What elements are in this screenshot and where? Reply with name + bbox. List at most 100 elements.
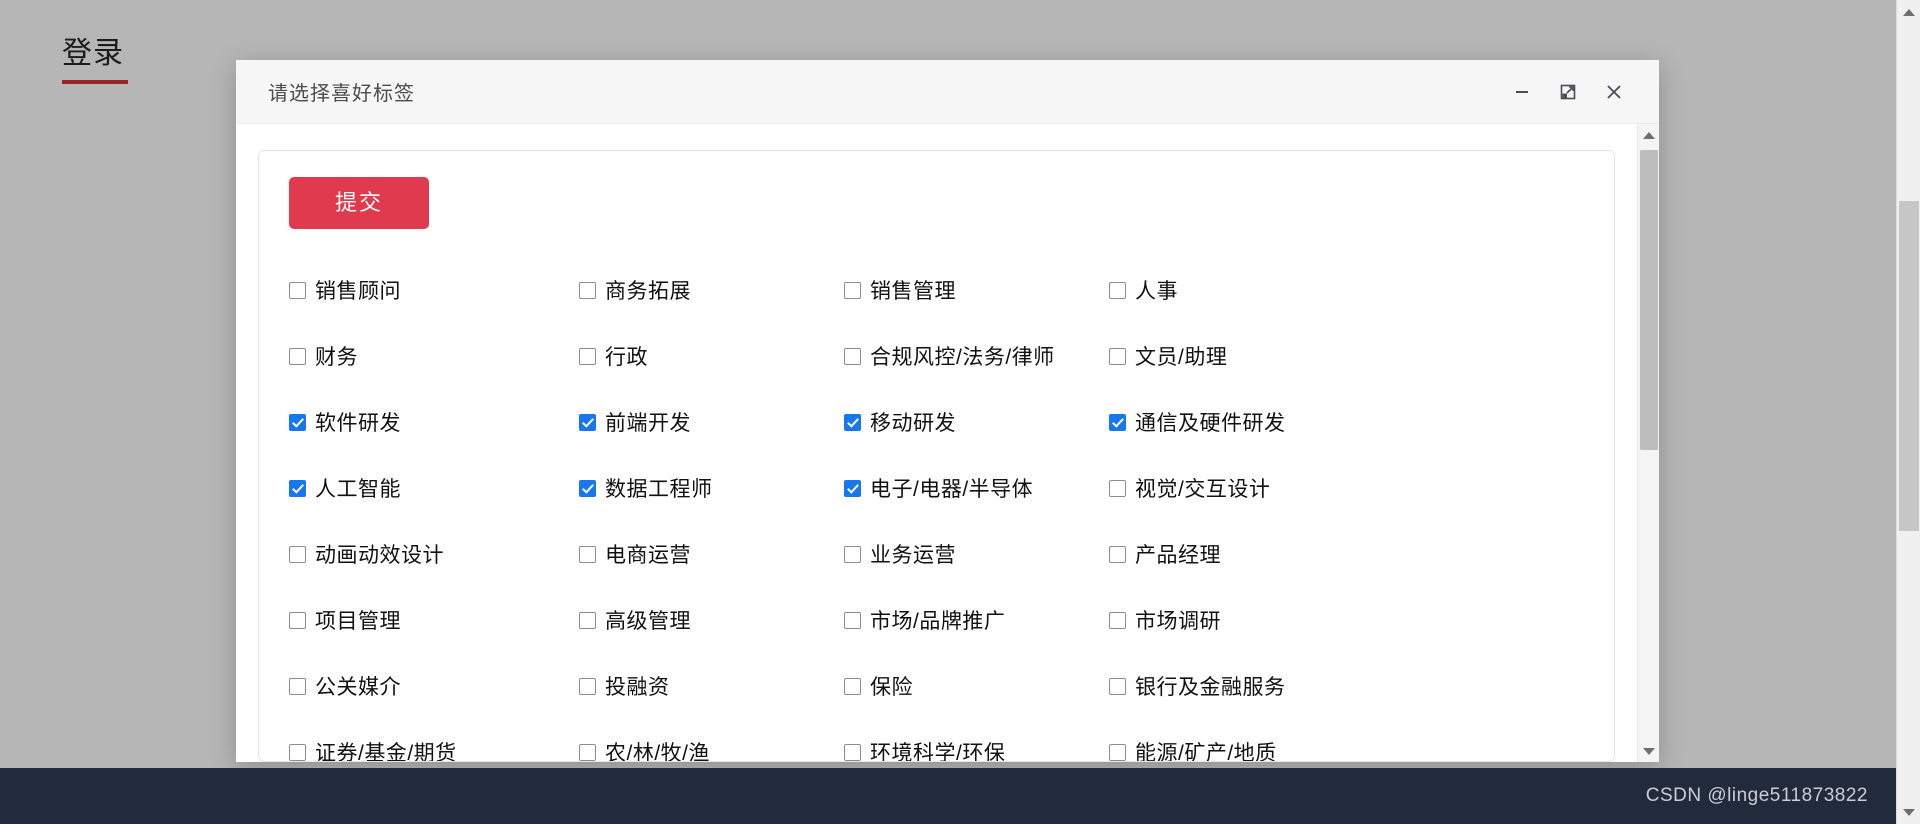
- login-tab-underline: [62, 80, 128, 84]
- tag-checkbox-item[interactable]: 市场调研: [1109, 587, 1584, 653]
- page-scroll-up-arrow-icon[interactable]: [1897, 0, 1920, 24]
- checkbox-unchecked-icon[interactable]: [1109, 743, 1126, 761]
- checkbox-unchecked-icon[interactable]: [1109, 347, 1126, 365]
- checkbox-unchecked-icon[interactable]: [1109, 611, 1126, 629]
- tag-checkbox-label: 合规风控/法务/律师: [870, 346, 1055, 369]
- tag-checkbox-label: 财务: [315, 346, 358, 369]
- checkbox-checked-icon[interactable]: [579, 479, 596, 497]
- tag-checkbox-item[interactable]: 视觉/交互设计: [1109, 455, 1584, 521]
- tag-checkbox-item[interactable]: 业务运营: [844, 521, 1109, 587]
- tag-checkbox-item[interactable]: 人工智能: [289, 455, 579, 521]
- tag-checkbox-label: 电子/电器/半导体: [870, 478, 1034, 501]
- tag-checkbox-item[interactable]: 财务: [289, 323, 579, 389]
- tag-checkbox-item[interactable]: 移动研发: [844, 389, 1109, 455]
- close-icon[interactable]: [1591, 69, 1637, 115]
- checkbox-unchecked-icon[interactable]: [289, 611, 306, 629]
- checkbox-unchecked-icon[interactable]: [1109, 479, 1126, 497]
- checkbox-unchecked-icon[interactable]: [844, 611, 861, 629]
- checkbox-unchecked-icon[interactable]: [289, 743, 306, 761]
- checkbox-checked-icon[interactable]: [844, 479, 861, 497]
- tag-checkbox-label: 前端开发: [605, 412, 691, 435]
- checkbox-unchecked-icon[interactable]: [289, 677, 306, 695]
- checkbox-unchecked-icon[interactable]: [1109, 677, 1126, 695]
- checkbox-unchecked-icon[interactable]: [579, 611, 596, 629]
- tag-checkbox-item[interactable]: 高级管理: [579, 587, 844, 653]
- maximize-icon[interactable]: [1545, 69, 1591, 115]
- dialog-content: 提交 销售顾问 商务拓展 销售管理 人事财务 行政 合规风控/法务/律师 文员/助理软件研发…: [236, 124, 1637, 762]
- login-tab[interactable]: 登录: [62, 34, 192, 84]
- checkbox-unchecked-icon[interactable]: [579, 743, 596, 761]
- page-scrollbar-thumb[interactable]: [1899, 201, 1919, 531]
- tag-checkbox-item[interactable]: 投融资: [579, 653, 844, 719]
- tag-checkbox-item[interactable]: 通信及硬件研发: [1109, 389, 1584, 455]
- tag-checkbox-label: 通信及硬件研发: [1135, 412, 1286, 435]
- tag-checkbox-item[interactable]: 行政: [579, 323, 844, 389]
- tag-checkbox-item[interactable]: 市场/品牌推广: [844, 587, 1109, 653]
- checkbox-unchecked-icon[interactable]: [289, 281, 306, 299]
- checkbox-unchecked-icon[interactable]: [289, 545, 306, 563]
- tag-checkbox-item[interactable]: 农/林/牧/渔: [579, 719, 844, 761]
- tag-checkbox-label: 银行及金融服务: [1135, 676, 1286, 699]
- tag-checkbox-item[interactable]: 前端开发: [579, 389, 844, 455]
- scroll-up-arrow-icon[interactable]: [1638, 124, 1659, 146]
- tag-checkbox-item[interactable]: 销售顾问: [289, 257, 579, 323]
- tag-checkbox-item[interactable]: 银行及金融服务: [1109, 653, 1584, 719]
- dialog-scrollbar-thumb[interactable]: [1640, 150, 1658, 450]
- checkbox-unchecked-icon[interactable]: [579, 347, 596, 365]
- checkbox-unchecked-icon[interactable]: [844, 677, 861, 695]
- tag-checkbox-label: 人工智能: [315, 478, 401, 501]
- checkbox-unchecked-icon[interactable]: [844, 281, 861, 299]
- tag-checkbox-item[interactable]: 数据工程师: [579, 455, 844, 521]
- checkbox-unchecked-icon[interactable]: [289, 347, 306, 365]
- tag-checkbox-label: 能源/矿产/地质: [1135, 742, 1277, 762]
- dialog-body: 提交 销售顾问 商务拓展 销售管理 人事财务 行政 合规风控/法务/律师 文员/助理软件研发…: [236, 124, 1659, 762]
- tag-selection-dialog: 请选择喜好标签 提交 销售顾问 商务拓展 销售管理 人事 财务 行政 合规风控/…: [236, 60, 1659, 762]
- tag-checkbox-item[interactable]: 电子/电器/半导体: [844, 455, 1109, 521]
- tag-checkbox-item[interactable]: 电商运营: [579, 521, 844, 587]
- dialog-scrollbar[interactable]: [1637, 124, 1659, 762]
- tag-checkbox-item[interactable]: 环境科学/环保: [844, 719, 1109, 762]
- checkbox-checked-icon[interactable]: [1109, 413, 1126, 431]
- checkbox-unchecked-icon[interactable]: [1109, 545, 1126, 563]
- page-scrollbar[interactable]: [1896, 0, 1920, 824]
- tag-checkbox-item[interactable]: 合规风控/法务/律师: [844, 323, 1109, 389]
- checkbox-checked-icon[interactable]: [289, 479, 306, 497]
- tag-checkbox-item[interactable]: 文员/助理: [1109, 323, 1584, 389]
- minimize-icon[interactable]: [1499, 69, 1545, 115]
- checkbox-checked-icon[interactable]: [579, 413, 596, 431]
- tag-checkbox-item[interactable]: 商务拓展: [579, 257, 844, 323]
- tag-checkbox-item[interactable]: 证券/基金/期货: [289, 719, 579, 762]
- checkbox-unchecked-icon[interactable]: [1109, 281, 1126, 299]
- tag-checkbox-item[interactable]: 公关媒介: [289, 653, 579, 719]
- tag-checkbox-item[interactable]: 人事: [1109, 257, 1584, 323]
- tag-checkbox-label: 保险: [870, 676, 913, 699]
- checkbox-unchecked-icon[interactable]: [844, 545, 861, 563]
- tag-checkbox-item[interactable]: 动画动效设计: [289, 521, 579, 587]
- tag-checkbox-item[interactable]: 保险: [844, 653, 1109, 719]
- tag-checkbox-label: 公关媒介: [315, 676, 401, 699]
- tag-checkbox-item[interactable]: 项目管理: [289, 587, 579, 653]
- tag-checkbox-label: 项目管理: [315, 610, 401, 633]
- checkbox-unchecked-icon[interactable]: [579, 545, 596, 563]
- dialog-title: 请选择喜好标签: [268, 83, 415, 105]
- scroll-down-arrow-icon[interactable]: [1638, 740, 1659, 762]
- checkbox-unchecked-icon[interactable]: [844, 347, 861, 365]
- checkbox-unchecked-icon[interactable]: [579, 281, 596, 299]
- tag-checkbox-label: 证券/基金/期货: [315, 742, 457, 762]
- checkbox-unchecked-icon[interactable]: [844, 743, 861, 761]
- checkbox-unchecked-icon[interactable]: [579, 677, 596, 695]
- tag-checkbox-item[interactable]: 产品经理: [1109, 521, 1584, 587]
- tag-checkbox-label: 行政: [605, 346, 648, 369]
- tag-checkbox-item[interactable]: 能源/矿产/地质: [1109, 719, 1584, 762]
- tag-checkbox-label: 人事: [1135, 280, 1178, 303]
- tag-checkbox-label: 软件研发: [315, 412, 401, 435]
- tag-checkbox-label: 文员/助理: [1135, 346, 1228, 369]
- submit-button[interactable]: 提交: [289, 177, 430, 229]
- page-scroll-down-arrow-icon[interactable]: [1897, 800, 1920, 824]
- watermark-bar: CSDN @linge511873822: [0, 768, 1896, 824]
- checkbox-checked-icon[interactable]: [844, 413, 861, 431]
- tag-checkbox-item[interactable]: 软件研发: [289, 389, 579, 455]
- tag-checkbox-label: 环境科学/环保: [870, 742, 1006, 762]
- tag-checkbox-item[interactable]: 销售管理: [844, 257, 1109, 323]
- checkbox-checked-icon[interactable]: [289, 413, 306, 431]
